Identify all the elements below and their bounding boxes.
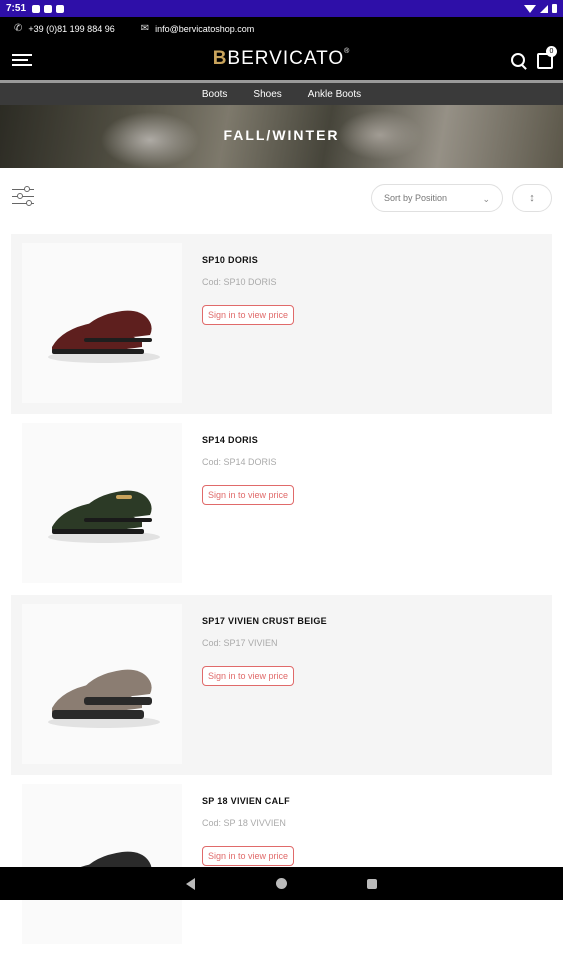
back-icon[interactable] — [186, 878, 195, 890]
product-name[interactable]: SP 18 VIVIEN CALF — [202, 796, 290, 806]
notification-icon — [56, 4, 65, 13]
contact-phone[interactable]: +39 (0)81 199 884 96 — [28, 24, 114, 34]
recent-apps-icon[interactable] — [367, 879, 377, 889]
signal-icon — [540, 4, 548, 13]
cart-count-badge: 0 — [546, 46, 557, 57]
product-code: Cod: SP10 DORIS — [202, 277, 277, 287]
page-title: FALL/WINTER — [223, 127, 340, 143]
shoe-image — [52, 851, 152, 893]
product-image[interactable] — [22, 604, 182, 764]
filter-icon[interactable] — [12, 186, 34, 206]
shoe-image — [48, 669, 160, 728]
product-code: Cod: SP14 DORIS — [202, 457, 277, 467]
site-logo[interactable]: BBERVICATO® — [0, 48, 563, 70]
category-banner: FALL/WINTER — [0, 105, 563, 168]
product-image[interactable] — [22, 784, 182, 944]
chevron-down-icon: ⌄ — [482, 194, 490, 204]
shoe-image — [48, 490, 160, 543]
sign-in-to-view-price-button[interactable]: Sign in to view price — [202, 305, 295, 325]
product-code: Cod: SP 18 VIVVIEN — [202, 818, 286, 828]
product-image[interactable] — [22, 423, 182, 583]
product-name[interactable]: SP14 DORIS — [202, 435, 258, 445]
nav-item-shoes[interactable]: Shoes — [253, 89, 281, 100]
mail-icon: ✉ — [140, 23, 150, 34]
home-icon[interactable] — [276, 878, 287, 889]
status-bar: 7:51 — [0, 0, 563, 17]
contact-bar: ✆ +39 (0)81 199 884 96 ✉ info@bervicatos… — [0, 17, 563, 40]
phone-icon: ✆ — [14, 23, 23, 34]
product-card[interactable]: SP10 DORIS Cod: SP10 DORIS Sign in to vi… — [11, 234, 552, 414]
sign-in-to-view-price-button[interactable]: Sign in to view price — [202, 846, 295, 866]
sort-direction-button[interactable]: ↕ — [512, 184, 552, 212]
nav-item-boots[interactable]: Boots — [202, 89, 228, 100]
product-card[interactable]: SP17 VIVIEN CRUST BEIGE Cod: SP17 VIVIEN… — [11, 595, 552, 775]
wifi-icon — [524, 4, 536, 13]
search-icon[interactable] — [511, 53, 525, 67]
sort-direction-icon: ↕ — [529, 192, 535, 204]
shoe-image — [48, 310, 160, 363]
site-header: BBERVICATO® 0 — [0, 40, 563, 80]
logo-mark: B — [212, 48, 228, 69]
logo-text: BERVICATO — [227, 48, 345, 69]
nav-item-ankle-boots[interactable]: Ankle Boots — [308, 89, 361, 100]
product-card[interactable]: SP 18 VIVIEN CALF Cod: SP 18 VIVVIEN Sig… — [11, 775, 552, 955]
status-time: 7:51 — [6, 3, 27, 14]
product-name[interactable]: SP17 VIVIEN CRUST BEIGE — [202, 616, 327, 626]
category-nav: Boots Shoes Ankle Boots — [0, 83, 563, 105]
notification-icon — [44, 4, 53, 13]
sort-select[interactable]: Sort by Position ⌄ — [371, 184, 503, 212]
battery-icon — [552, 4, 557, 13]
sign-in-to-view-price-button[interactable]: Sign in to view price — [202, 666, 295, 686]
contact-email[interactable]: info@bervicatoshop.com — [155, 24, 254, 34]
sort-select-value: Sort by Position — [384, 193, 448, 203]
product-name[interactable]: SP10 DORIS — [202, 255, 258, 265]
product-code: Cod: SP17 VIVIEN — [202, 638, 278, 648]
product-card[interactable]: SP14 DORIS Cod: SP14 DORIS Sign in to vi… — [11, 414, 552, 594]
sign-in-to-view-price-button[interactable]: Sign in to view price — [202, 485, 295, 505]
logo-registered: ® — [344, 48, 351, 55]
product-image[interactable] — [22, 243, 182, 403]
system-navigation-bar — [0, 867, 563, 900]
notification-icon — [32, 4, 41, 13]
